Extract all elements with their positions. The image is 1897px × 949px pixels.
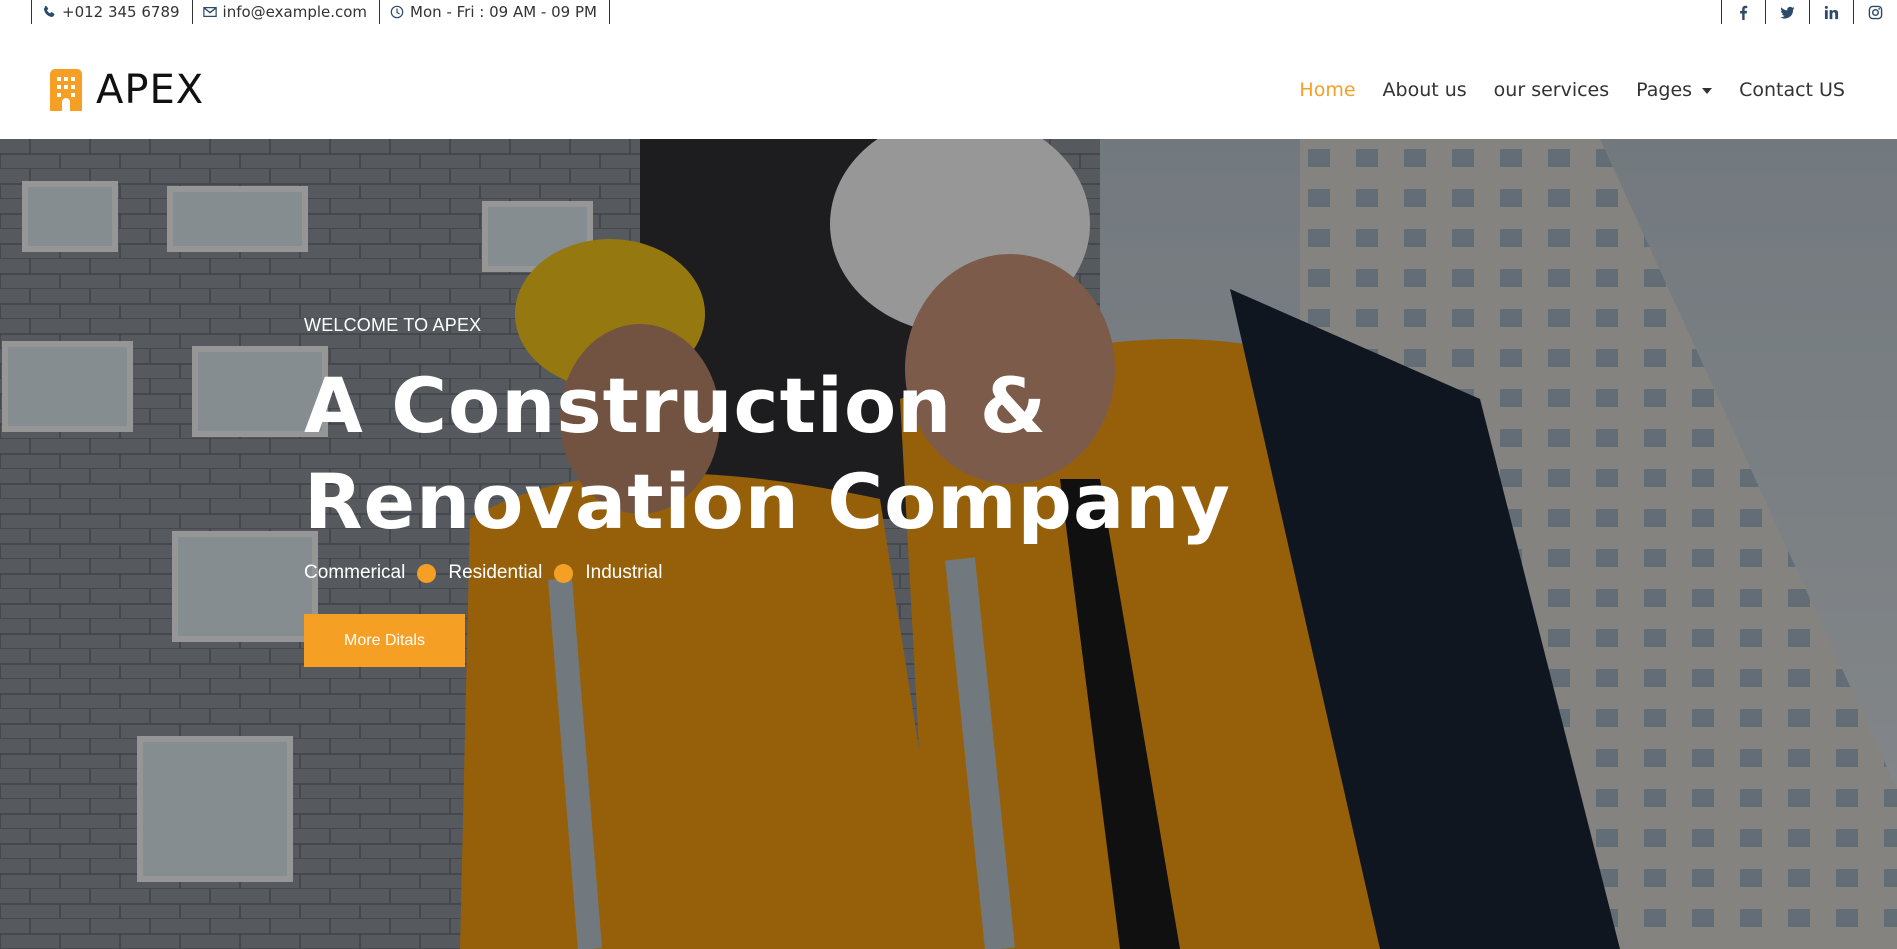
linkedin-icon [1824,5,1839,19]
phone-number: +012 345 6789 [62,3,180,21]
brand-logo[interactable]: APEX [50,67,204,113]
nav-menu: Home About us our services Pages Contact… [1299,79,1845,101]
tag-residential: Residential [448,562,543,583]
tag-industrial: Industrial [585,562,663,583]
instagram-link[interactable] [1853,0,1897,24]
phone-info[interactable]: +012 345 6789 [31,0,192,24]
contact-info: +012 345 6789 info@example.com Mon - Fri… [0,0,610,24]
top-info-bar: +012 345 6789 info@example.com Mon - Fri… [0,0,1897,24]
email-address: info@example.com [222,3,368,21]
phone-icon [43,5,55,18]
tag-commercial: Commerical [304,562,406,583]
twitter-icon [1780,6,1795,18]
more-details-button[interactable]: More Ditals [304,614,465,667]
building-icon [50,69,82,111]
bullet-dot-icon [554,563,574,583]
chevron-down-icon [1702,88,1713,94]
nav-item-contact[interactable]: Contact US [1739,79,1845,101]
facebook-icon [1740,5,1748,20]
nav-item-services[interactable]: our services [1494,79,1609,101]
facebook-link[interactable] [1721,0,1765,24]
hours-info: Mon - Fri : 09 AM - 09 PM [379,0,610,24]
brand-name: APEX [96,67,205,113]
email-info[interactable]: info@example.com [191,0,380,24]
bullet-dot-icon [417,563,437,583]
hero-content: WELCOME TO APEX A Construction & Renovat… [304,315,1404,667]
twitter-link[interactable] [1765,0,1809,24]
nav-item-pages-label: Pages [1636,79,1693,101]
hero-title: A Construction & Renovation Company [304,361,1231,546]
clock-icon [390,5,404,19]
instagram-icon [1868,5,1883,19]
nav-item-pages[interactable]: Pages [1636,79,1713,101]
hero-tags: Commerical Residential Industrial [304,562,1404,584]
social-links [1721,0,1897,24]
nav-item-about[interactable]: About us [1383,79,1467,101]
nav-item-home[interactable]: Home [1299,79,1355,101]
envelope-icon [202,7,217,17]
hero-section: WELCOME TO APEX A Construction & Renovat… [0,139,1897,949]
hero-kicker: WELCOME TO APEX [304,315,482,335]
main-navbar: APEX Home About us our services Pages Co… [0,24,1897,139]
opening-hours: Mon - Fri : 09 AM - 09 PM [410,3,597,21]
linkedin-link[interactable] [1809,0,1853,24]
